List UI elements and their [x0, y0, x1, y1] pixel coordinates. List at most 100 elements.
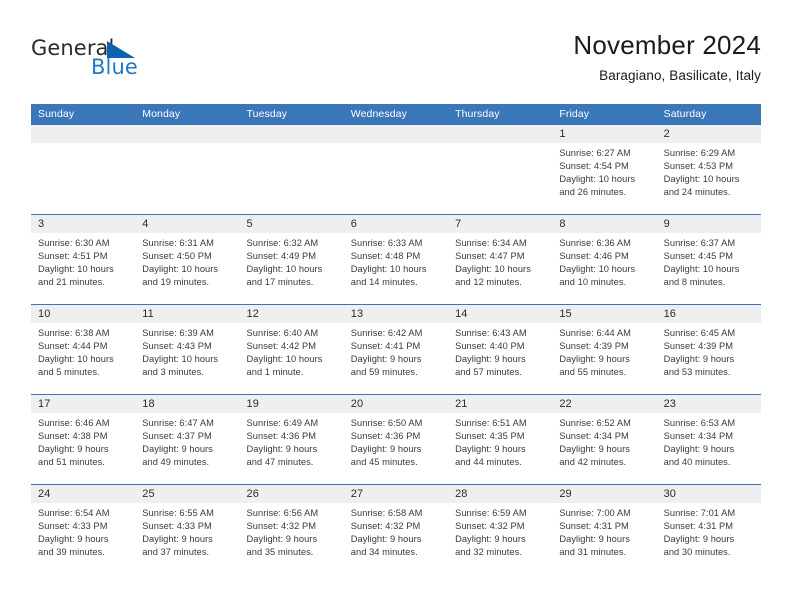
day-number-20[interactable]: 20	[344, 395, 448, 413]
day-number-19[interactable]: 19	[240, 395, 344, 413]
day-number-17[interactable]: 17	[31, 395, 135, 413]
day-cell-23[interactable]: Sunrise: 6:53 AM Sunset: 4:34 PM Daylight:…	[657, 413, 761, 484]
day-cell-24[interactable]: Sunrise: 6:54 AM Sunset: 4:33 PM Daylight:…	[31, 503, 135, 574]
day-cell-7[interactable]: Sunrise: 6:34 AM Sunset: 4:47 PM Daylight:…	[448, 233, 552, 304]
day-number-6[interactable]: 6	[344, 215, 448, 233]
day-number-4[interactable]: 4	[135, 215, 239, 233]
day-cell-20[interactable]: Sunrise: 6:50 AM Sunset: 4:36 PM Daylight:…	[344, 413, 448, 484]
day-number-2[interactable]: 2	[657, 125, 761, 143]
calendar-page: General Blue November 2024 Baragiano, Ba…	[0, 0, 792, 612]
day-number-18[interactable]: 18	[135, 395, 239, 413]
day-number-22[interactable]: 22	[552, 395, 656, 413]
sunset-line: Sunset: 4:47 PM	[455, 251, 525, 262]
day-number-13[interactable]: 13	[344, 305, 448, 323]
day-number-15[interactable]: 15	[552, 305, 656, 323]
sunset-line: Sunset: 4:34 PM	[663, 431, 734, 442]
sunrise-line: Sunrise: 6:27 AM	[559, 148, 631, 158]
day-cell-3[interactable]: Sunrise: 6:30 AM Sunset: 4:51 PM Daylight:…	[31, 233, 135, 304]
day-number-9[interactable]: 9	[657, 215, 761, 233]
day-number-empty	[135, 125, 239, 143]
day-number-1[interactable]: 1	[552, 125, 656, 143]
sunset-line: Sunset: 4:39 PM	[663, 341, 734, 352]
day-cell-18[interactable]: Sunrise: 6:47 AM Sunset: 4:37 PM Daylight:…	[135, 413, 239, 484]
daylight-2-line: and 51 minutes.	[38, 457, 105, 468]
daylight-1-line: Daylight: 10 hours	[246, 264, 323, 275]
daylight-1-line: Daylight: 10 hours	[559, 264, 636, 275]
day-cell-8[interactable]: Sunrise: 6:36 AM Sunset: 4:46 PM Daylight:…	[552, 233, 656, 304]
day-cell-26[interactable]: Sunrise: 6:56 AM Sunset: 4:32 PM Daylight:…	[240, 503, 344, 574]
day-number-row: 10 11 12 13 14 15 16	[31, 305, 761, 323]
day-number-3[interactable]: 3	[31, 215, 135, 233]
day-cell-5[interactable]: Sunrise: 6:32 AM Sunset: 4:49 PM Daylight:…	[240, 233, 344, 304]
day-number-27[interactable]: 27	[344, 485, 448, 503]
sunrise-line: Sunrise: 6:52 AM	[559, 418, 631, 428]
day-number-14[interactable]: 14	[448, 305, 552, 323]
day-cell-28[interactable]: Sunrise: 6:59 AM Sunset: 4:32 PM Daylight:…	[448, 503, 552, 574]
day-number-12[interactable]: 12	[240, 305, 344, 323]
day-number-11[interactable]: 11	[135, 305, 239, 323]
day-cell-30[interactable]: Sunrise: 7:01 AM Sunset: 4:31 PM Daylight:…	[657, 503, 761, 574]
daylight-2-line: and 14 minutes.	[350, 277, 418, 288]
weekday-header-monday: Monday	[142, 108, 181, 120]
daylight-2-line: and 8 minutes.	[663, 277, 726, 288]
daylight-2-line: and 30 minutes.	[663, 547, 731, 558]
day-number-7[interactable]: 7	[448, 215, 552, 233]
day-cell-12[interactable]: Sunrise: 6:40 AM Sunset: 4:42 PM Daylight:…	[240, 323, 344, 394]
day-number-29[interactable]: 29	[552, 485, 656, 503]
sunrise-line: Sunrise: 6:59 AM	[455, 508, 527, 518]
day-number-8[interactable]: 8	[552, 215, 656, 233]
day-cell-11[interactable]: Sunrise: 6:39 AM Sunset: 4:43 PM Daylight:…	[135, 323, 239, 394]
sunrise-line: Sunrise: 6:29 AM	[663, 148, 736, 158]
day-cell-6[interactable]: Sunrise: 6:33 AM Sunset: 4:48 PM Daylight:…	[344, 233, 448, 304]
sunset-line: Sunset: 4:45 PM	[663, 251, 734, 262]
day-number-10[interactable]: 10	[31, 305, 135, 323]
day-cell-19[interactable]: Sunrise: 6:49 AM Sunset: 4:36 PM Daylight:…	[240, 413, 344, 484]
sunrise-line: Sunrise: 6:39 AM	[142, 328, 214, 338]
day-cell-9[interactable]: Sunrise: 6:37 AM Sunset: 4:45 PM Daylight:…	[657, 233, 761, 304]
day-cell-4[interactable]: Sunrise: 6:31 AM Sunset: 4:50 PM Daylight:…	[135, 233, 239, 304]
daylight-2-line: and 39 minutes.	[38, 547, 105, 558]
daylight-2-line: and 47 minutes.	[246, 457, 314, 468]
day-number-25[interactable]: 25	[135, 485, 239, 503]
day-cell-13[interactable]: Sunrise: 6:42 AM Sunset: 4:41 PM Daylight:…	[344, 323, 448, 394]
daylight-1-line: Daylight: 9 hours	[663, 534, 735, 545]
daylight-1-line: Daylight: 9 hours	[559, 354, 630, 365]
sunset-line: Sunset: 4:54 PM	[559, 161, 629, 172]
day-number-5[interactable]: 5	[240, 215, 344, 233]
day-cell-14[interactable]: Sunrise: 6:43 AM Sunset: 4:40 PM Daylight:…	[448, 323, 552, 394]
calendar-week-row: 3 4 5 6 7 8 9 Sunrise: 6:30 AM Sunset: 4:51 PM Da…	[31, 214, 761, 304]
daylight-2-line: and 34 minutes.	[350, 547, 418, 558]
day-number-24[interactable]: 24	[31, 485, 135, 503]
day-cell-21[interactable]: Sunrise: 6:51 AM Sunset: 4:35 PM Daylight:…	[448, 413, 552, 484]
day-cell-2[interactable]: Sunrise: 6:29 AM Sunset: 4:53 PM Daylight:…	[657, 143, 761, 214]
day-detail-row: Sunrise: 6:30 AM Sunset: 4:51 PM Daylight:…	[31, 233, 761, 304]
day-cell-10[interactable]: Sunrise: 6:38 AM Sunset: 4:44 PM Daylight:…	[31, 323, 135, 394]
daylight-1-line: Daylight: 9 hours	[246, 444, 318, 455]
day-number-21[interactable]: 21	[448, 395, 552, 413]
daylight-2-line: and 37 minutes.	[142, 547, 210, 558]
daylight-2-line: and 53 minutes.	[663, 367, 731, 378]
sunset-line: Sunset: 4:36 PM	[350, 431, 421, 442]
day-cell-27[interactable]: Sunrise: 6:58 AM Sunset: 4:32 PM Daylight:…	[344, 503, 448, 574]
day-cell-17[interactable]: Sunrise: 6:46 AM Sunset: 4:38 PM Daylight:…	[31, 413, 135, 484]
day-cell-15[interactable]: Sunrise: 6:44 AM Sunset: 4:39 PM Daylight:…	[552, 323, 656, 394]
day-number-28[interactable]: 28	[448, 485, 552, 503]
day-number-16[interactable]: 16	[657, 305, 761, 323]
day-cell-16[interactable]: Sunrise: 6:45 AM Sunset: 4:39 PM Daylight:…	[657, 323, 761, 394]
day-number-30[interactable]: 30	[657, 485, 761, 503]
day-number-26[interactable]: 26	[240, 485, 344, 503]
sunrise-line: Sunrise: 7:00 AM	[559, 508, 631, 518]
day-cell-1[interactable]: Sunrise: 6:27 AM Sunset: 4:54 PM Daylight:…	[552, 143, 656, 214]
sunrise-line: Sunrise: 6:55 AM	[142, 508, 214, 518]
weekday-header-tuesday: Tuesday	[246, 108, 288, 120]
day-cell-29[interactable]: Sunrise: 7:00 AM Sunset: 4:31 PM Daylight:…	[552, 503, 656, 574]
sunset-line: Sunset: 4:49 PM	[246, 251, 317, 262]
day-number-23[interactable]: 23	[657, 395, 761, 413]
general-blue-logo[interactable]: General Blue	[31, 38, 291, 92]
day-cell-22[interactable]: Sunrise: 6:52 AM Sunset: 4:34 PM Daylight:…	[552, 413, 656, 484]
daylight-2-line: and 17 minutes.	[246, 277, 314, 288]
sunset-line: Sunset: 4:33 PM	[142, 521, 212, 532]
day-cell-25[interactable]: Sunrise: 6:55 AM Sunset: 4:33 PM Daylight:…	[135, 503, 239, 574]
sunrise-line: Sunrise: 6:56 AM	[246, 508, 319, 518]
sunrise-line: Sunrise: 6:33 AM	[350, 238, 423, 248]
